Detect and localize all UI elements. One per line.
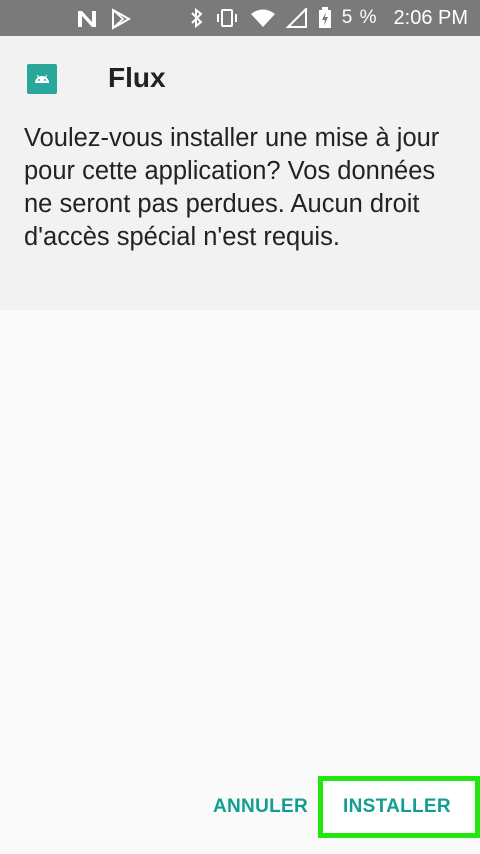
install-button-highlight: INSTALLER: [318, 776, 480, 838]
cancel-button[interactable]: ANNULER: [213, 796, 308, 818]
install-button[interactable]: INSTALLER: [343, 796, 451, 818]
battery-charging-icon: [318, 7, 331, 28]
play-store-icon: [112, 8, 132, 30]
status-left-icons: [76, 8, 132, 30]
install-message: Voulez-vous installer une mise à jour po…: [24, 124, 440, 251]
status-right-group: 5 % 2:06 PM: [190, 0, 468, 36]
no-signal-icon: [285, 8, 307, 28]
dialog-header: Flux Voulez-vous installer une mise à jo…: [0, 36, 480, 310]
app-title: Flux: [108, 62, 166, 93]
wifi-icon: [250, 9, 275, 27]
battery-percent: 5 %: [341, 7, 378, 28]
clock: 2:06 PM: [393, 6, 468, 29]
content-area: [0, 310, 480, 854]
android-icon: [27, 64, 57, 94]
status-bar: 5 % 2:06 PM: [0, 0, 480, 36]
n-notification-icon: [78, 11, 96, 27]
vibrate-icon: [216, 9, 237, 27]
bluetooth-icon: [191, 7, 203, 29]
